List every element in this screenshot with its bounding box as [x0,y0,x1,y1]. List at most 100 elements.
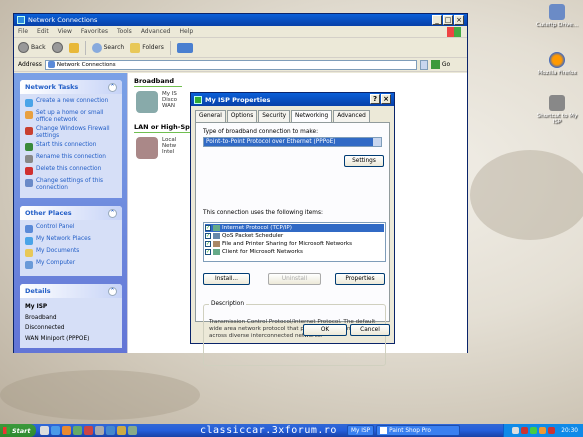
task-delete-connection[interactable]: Delete this connection [25,166,117,175]
minimize-button[interactable]: _ [432,15,442,25]
task-rename-connection[interactable]: Rename this connection [25,154,117,163]
task-home-network[interactable]: Set up a home or small office network [25,110,117,123]
delete-icon [25,167,33,175]
chevron-up-icon[interactable]: ^ [108,208,117,218]
tray-icon[interactable] [539,427,547,434]
firefox-icon[interactable] [62,426,71,435]
checkbox[interactable]: ✓ [205,233,211,239]
address-dropdown[interactable] [419,59,428,70]
place-my-documents[interactable]: My Documents [25,248,117,257]
app-icon[interactable] [128,426,137,435]
isp-properties-dialog[interactable]: My ISP Properties ? × General Options Se… [190,92,395,366]
desktop-icon-cuteftp[interactable]: Cuteftp Drive... [535,4,579,28]
app-icon[interactable] [95,426,104,435]
other-places-header[interactable]: Other Places ^ [20,206,122,220]
start-icon [25,143,33,151]
menu-tools[interactable]: Tools [117,28,132,35]
browser-icon[interactable] [51,426,60,435]
chevron-up-icon[interactable]: ^ [108,286,117,296]
window-titlebar[interactable]: Network Connections _ □ × [14,14,467,26]
desktop-icon-firefox[interactable]: Mozilla Firefox [535,52,579,76]
properties-button[interactable]: Properties [335,273,385,285]
connection-type-select[interactable]: Point-to-Point Protocol over Ethernet (P… [203,137,382,147]
network-tasks-header[interactable]: Network Tasks ^ [20,80,122,94]
network-tasks-title: Network Tasks [25,83,79,91]
app-icon[interactable] [117,426,126,435]
menu-advanced[interactable]: Advanced [141,28,171,35]
list-item[interactable]: ✓ File and Printer Sharing for Microsoft … [205,240,384,248]
menu-help[interactable]: Help [179,28,193,35]
menu-view[interactable]: View [58,28,72,35]
ok-button[interactable]: OK [303,324,347,336]
place-network-places[interactable]: My Network Places [25,236,117,245]
maximize-button[interactable]: □ [443,15,453,25]
tray-icon[interactable] [521,427,529,434]
app-icon[interactable] [73,426,82,435]
place-my-computer[interactable]: My Computer [25,260,117,269]
views-button[interactable] [176,42,193,53]
checkbox[interactable]: ✓ [205,249,211,255]
task-firewall[interactable]: Change Windows Firewall settings [25,126,117,139]
task-create-connection[interactable]: Create a new connection [25,98,117,107]
security-alert-icon[interactable] [548,427,556,434]
details-name: My ISP [25,304,48,310]
dialog-titlebar[interactable]: My ISP Properties ? × [191,93,394,106]
go-label: Go [441,61,451,68]
app-icon[interactable] [106,426,115,435]
connection-device: Intel [162,149,175,155]
details-title: Details [25,287,51,295]
settings-button[interactable]: Settings [344,155,384,167]
desktop-icon[interactable] [40,426,49,435]
address-value: Network Connections [56,61,116,68]
back-arrow-icon [18,42,29,53]
component-label: Internet Protocol (TCP/IP) [222,225,292,231]
address-field[interactable]: Network Connections [44,59,417,70]
task-start-connection[interactable]: Start this connection [25,142,117,151]
place-label: My Documents [36,248,80,254]
place-control-panel[interactable]: Control Panel [25,224,117,233]
tab-security[interactable]: Security [258,110,291,122]
up-folder-button[interactable] [68,42,79,53]
chevron-down-icon[interactable] [373,138,381,146]
menu-edit[interactable]: Edit [37,28,49,35]
clock[interactable]: 20:30 [561,428,578,434]
start-button[interactable]: Start [0,424,36,437]
go-button[interactable]: Go [430,60,451,69]
tab-options[interactable]: Options [226,110,258,122]
place-label: Control Panel [36,224,75,230]
install-button[interactable]: Install... [203,273,250,285]
network-tasks-panel: Network Tasks ^ Create a new connection … [20,80,122,198]
menu-favorites[interactable]: Favorites [81,28,108,35]
components-list[interactable]: ✓ Internet Protocol (TCP/IP) ✓ QoS Packet … [203,222,386,262]
details-panel: Details ^ My ISP Broadband Disconnected … [20,284,122,348]
cancel-button[interactable]: Cancel [350,324,390,336]
back-button[interactable]: Back [18,42,46,53]
components-label: This connection uses the following items… [203,210,323,216]
uninstall-button[interactable]: Uninstall [268,273,321,285]
task-change-settings[interactable]: Change settings of this connection [25,178,117,191]
forward-button[interactable] [51,42,63,53]
dialog-close-button[interactable]: × [381,94,391,104]
tray-icon[interactable] [512,427,520,434]
details-header[interactable]: Details ^ [20,284,122,298]
sharing-icon [213,241,220,247]
task-label: Paint Shop Pro [389,427,431,434]
checkbox[interactable]: ✓ [205,225,211,231]
menu-file[interactable]: File [18,28,28,35]
close-button[interactable]: × [454,15,464,25]
list-item[interactable]: ✓ QoS Packet Scheduler [205,232,384,240]
tab-advanced[interactable]: Advanced [333,110,370,122]
folders-button[interactable]: Folders [130,42,164,53]
tray-icon[interactable] [530,427,538,434]
app-icon[interactable] [84,426,93,435]
checkbox[interactable]: ✓ [205,241,211,247]
list-item[interactable]: ✓ Client for Microsoft Networks [205,248,384,256]
taskbar-item-paint-shop-pro[interactable]: Paint Shop Pro [376,425,461,436]
help-button[interactable]: ? [370,94,380,104]
desktop-icon-label: Shortcut to My ISP [536,113,578,125]
search-button[interactable]: Search [91,42,124,53]
chevron-up-icon[interactable]: ^ [108,82,117,92]
tab-general[interactable]: General [195,110,226,122]
desktop-icon-shortcut-isp[interactable]: Shortcut to My ISP [535,95,579,125]
list-item[interactable]: ✓ Internet Protocol (TCP/IP) [205,224,384,232]
